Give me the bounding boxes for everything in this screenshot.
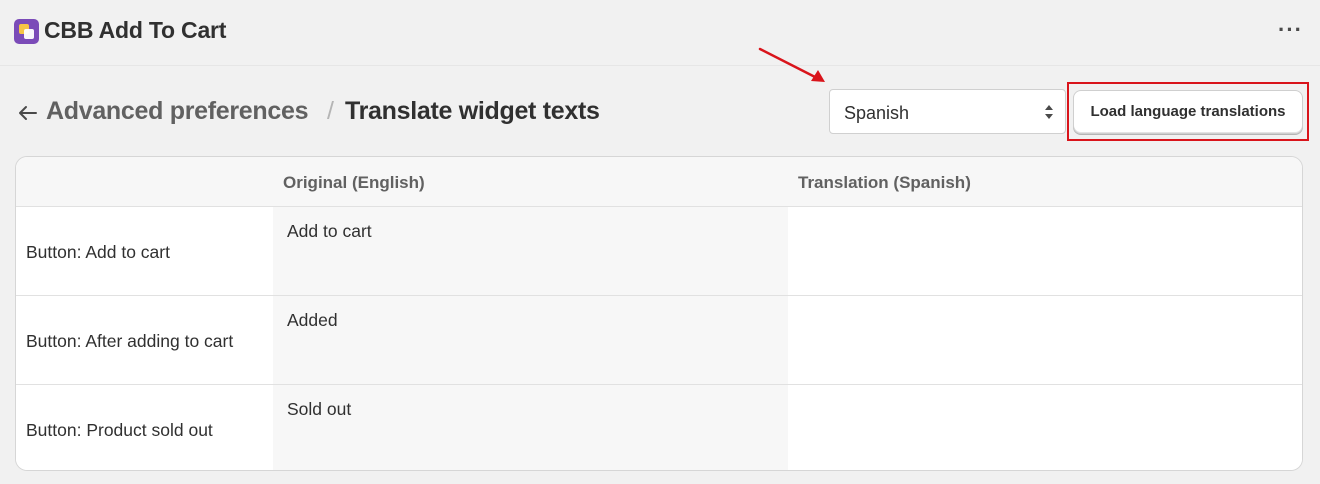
table-row: Button: After adding to cart Added	[16, 296, 1302, 385]
column-header-original: Original (English)	[283, 173, 425, 192]
row-label: Button: Product sold out	[26, 420, 213, 440]
breadcrumb-separator: /	[327, 97, 334, 125]
breadcrumb-parent-link[interactable]: Advanced preferences	[46, 97, 308, 126]
language-select[interactable]: Spanish	[829, 89, 1066, 134]
translation-input[interactable]	[788, 296, 1302, 385]
select-caret-icon	[1045, 105, 1053, 119]
load-language-translations-button[interactable]: Load language translations	[1073, 90, 1303, 134]
app-title: CBB Add To Cart	[44, 17, 227, 43]
original-text: Sold out	[287, 399, 352, 419]
table-row: Button: Product sold out Sold out	[16, 385, 1302, 470]
table-row: Button: Add to cart Add to cart	[16, 207, 1302, 296]
translation-input[interactable]	[788, 207, 1302, 296]
translation-input[interactable]	[788, 385, 1302, 470]
original-text-cell: Added	[273, 296, 788, 385]
row-label-cell: Button: Add to cart	[16, 207, 273, 296]
row-label: Button: Add to cart	[26, 242, 170, 262]
row-label-cell: Button: After adding to cart	[16, 296, 273, 385]
language-select-value: Spanish	[844, 103, 910, 123]
page-title: Translate widget texts	[345, 97, 600, 125]
column-header-translation: Translation (Spanish)	[798, 173, 971, 192]
original-text: Added	[287, 310, 338, 330]
translations-table: Original (English) Translation (Spanish)…	[15, 156, 1303, 471]
original-text-cell: Sold out	[273, 385, 788, 470]
row-label: Button: After adding to cart	[26, 331, 234, 351]
app-logo	[14, 19, 39, 44]
back-arrow-icon[interactable]	[16, 101, 40, 125]
row-label-cell: Button: Product sold out	[16, 385, 273, 470]
original-text: Add to cart	[287, 221, 372, 241]
original-text-cell: Add to cart	[273, 207, 788, 296]
annotation-arrow-icon	[758, 47, 825, 82]
table-header: Original (English) Translation (Spanish)	[16, 157, 1302, 207]
more-actions-icon[interactable]: ···	[1278, 19, 1302, 42]
app-header: CBB Add To Cart ···	[0, 0, 1320, 66]
